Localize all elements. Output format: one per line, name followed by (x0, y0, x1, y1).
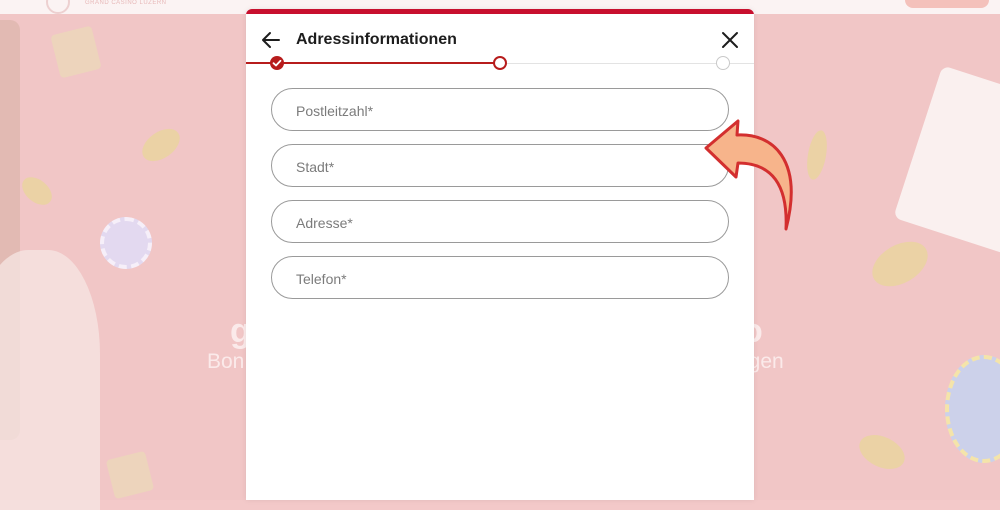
address-field (271, 200, 729, 243)
progress-stepper (246, 56, 754, 74)
check-icon (272, 59, 282, 67)
back-button[interactable] (260, 29, 282, 51)
casino-logo-text: GRAND CASINO LUZERN (85, 0, 167, 6)
casino-chip-image (100, 217, 152, 269)
stepper-progress (246, 62, 500, 64)
casino-chip-image (945, 355, 1000, 463)
close-button[interactable] (719, 29, 741, 51)
city-input[interactable] (294, 156, 708, 178)
modal-header: Adressinformationen (246, 14, 754, 62)
dice-image (105, 450, 155, 500)
coin-image (853, 428, 911, 476)
address-info-modal: Adressinformationen (246, 9, 754, 500)
step-1-complete (270, 56, 284, 70)
coin-image (136, 122, 186, 168)
hero-subtitle-partial: Bon (207, 350, 245, 373)
modal-title: Adressinformationen (296, 31, 457, 48)
city-field (271, 144, 729, 187)
curved-arrow-annotation-icon (704, 119, 793, 231)
dice-image (50, 25, 102, 79)
postal-code-field (271, 88, 729, 131)
playing-card-image (893, 65, 1000, 255)
postal-code-input[interactable] (294, 100, 708, 122)
close-icon (722, 32, 738, 48)
person-image (0, 250, 100, 510)
coin-image (864, 232, 936, 296)
step-3-upcoming (716, 56, 730, 70)
top-bar-button[interactable] (905, 0, 989, 8)
coin-image (16, 171, 58, 211)
address-input[interactable] (294, 212, 708, 234)
phone-input[interactable] (294, 268, 708, 290)
phone-field (271, 256, 729, 299)
arrow-left-icon (262, 32, 280, 48)
step-2-current (493, 56, 507, 70)
